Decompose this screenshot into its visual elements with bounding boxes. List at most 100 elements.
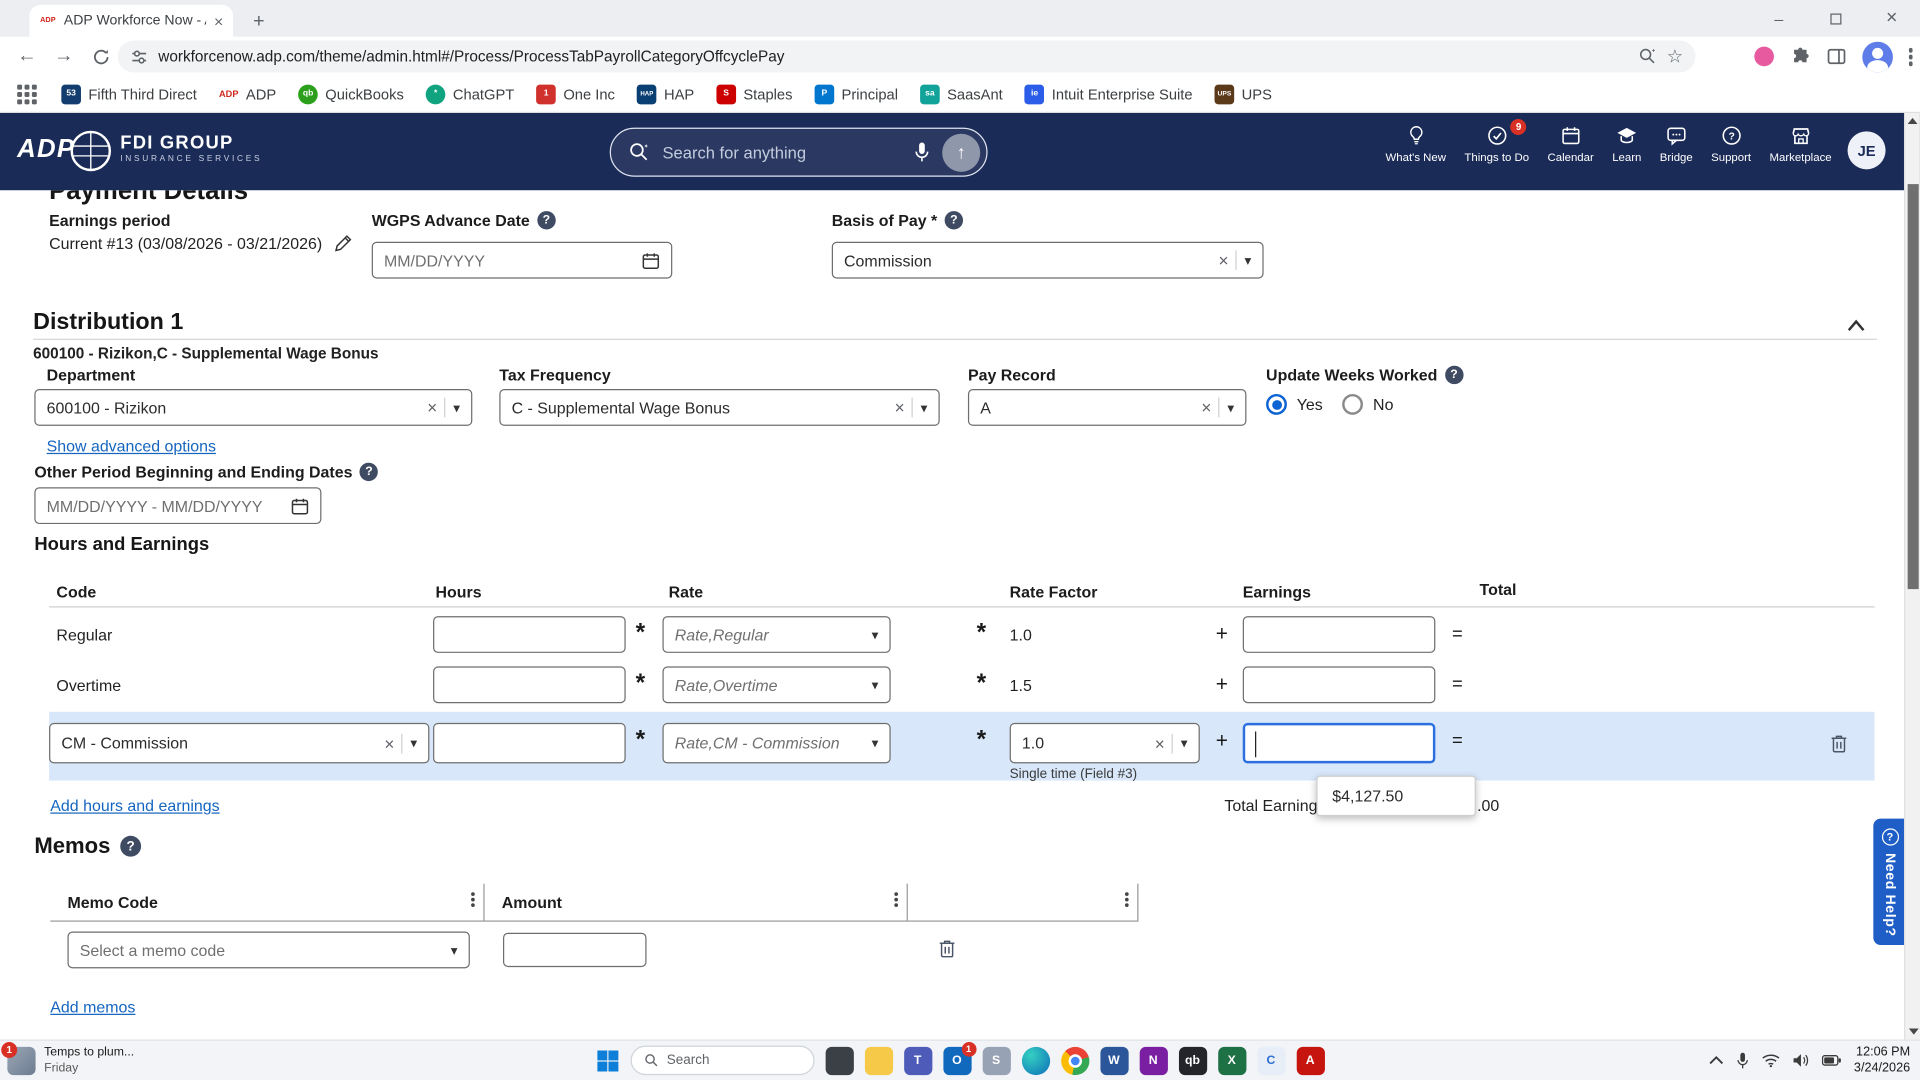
bookmark-principal[interactable]: P Principal — [814, 84, 898, 104]
site-settings-icon[interactable] — [130, 47, 148, 65]
apps-grid-icon[interactable] — [17, 84, 23, 89]
earnings-input[interactable] — [1242, 666, 1436, 704]
clear-icon[interactable] — [1201, 398, 1211, 418]
window-close-button[interactable] — [1864, 0, 1920, 37]
scroll-up-arrow-icon[interactable] — [1907, 117, 1918, 124]
column-menu-icon[interactable] — [1124, 892, 1129, 896]
taskbar-clock[interactable]: 12:06 PM 3/24/2026 — [1854, 1044, 1910, 1077]
voice-search-icon[interactable] — [914, 141, 930, 164]
bookmark-ups[interactable]: UPS UPS — [1214, 84, 1272, 104]
clear-icon[interactable] — [427, 398, 437, 418]
delete-memo-trash-icon[interactable] — [939, 939, 956, 959]
clear-icon[interactable] — [1155, 733, 1165, 753]
radio-selected-icon[interactable] — [1266, 393, 1287, 415]
clear-icon[interactable] — [384, 733, 394, 753]
taskbar-app-quickbooks[interactable]: qb — [1178, 1046, 1207, 1075]
scroll-down-arrow-icon[interactable] — [1908, 1028, 1919, 1035]
pinned-extension-icon[interactable] — [1753, 46, 1774, 67]
autofill-suggestion[interactable]: $4,127.50 — [1316, 775, 1476, 817]
global-search-bar[interactable]: Search for anything — [609, 127, 988, 177]
collapse-chevron-icon[interactable] — [1846, 318, 1866, 333]
bookmark-staples[interactable]: S Staples — [716, 84, 792, 104]
search-submit-button[interactable] — [942, 133, 981, 172]
taskbar-app-task-view[interactable] — [825, 1046, 854, 1075]
nav-things-to-do[interactable]: 9 Things to Do — [1464, 119, 1529, 163]
taskbar-search-box[interactable]: Search — [629, 1045, 814, 1076]
help-icon[interactable] — [944, 211, 964, 230]
earnings-input-focused[interactable] — [1242, 722, 1436, 764]
need-help-tab[interactable]: Need Help? — [1873, 818, 1907, 946]
taskbar-app-settings[interactable]: S — [982, 1046, 1011, 1075]
nav-marketplace[interactable]: Marketplace — [1769, 124, 1832, 163]
taskbar-app-edge[interactable] — [1021, 1046, 1050, 1075]
tax-frequency-select[interactable]: C - Supplemental Wage Bonus — [499, 389, 940, 426]
scrollbar-thumb[interactable] — [1907, 184, 1919, 590]
column-menu-icon[interactable] — [471, 892, 475, 896]
page-scrollbar[interactable] — [1903, 112, 1920, 1040]
add-hours-earnings-link[interactable]: Add hours and earnings — [50, 797, 219, 815]
wifi-icon[interactable] — [1762, 1053, 1780, 1068]
battery-icon[interactable] — [1822, 1055, 1842, 1067]
help-icon[interactable] — [1444, 365, 1464, 385]
earnings-input[interactable] — [1242, 616, 1436, 653]
chevron-down-icon[interactable] — [410, 735, 417, 751]
nav-learn[interactable]: Learn — [1612, 124, 1641, 163]
hours-input[interactable] — [433, 722, 626, 764]
volume-icon[interactable] — [1793, 1053, 1810, 1068]
address-bar[interactable]: workforcenow.adp.com/theme/admin.html#/P… — [117, 40, 1696, 73]
start-button-icon[interactable] — [596, 1049, 619, 1072]
taskbar-app-word[interactable]: W — [1099, 1046, 1129, 1075]
taskbar-app-calculator[interactable]: C — [1256, 1046, 1286, 1075]
hours-input[interactable] — [433, 666, 626, 704]
tray-expand-chevron-icon[interactable] — [1709, 1056, 1724, 1066]
basis-of-pay-select[interactable]: Commission — [831, 241, 1264, 279]
taskbar-app-teams[interactable]: T — [903, 1046, 932, 1075]
help-icon[interactable] — [359, 462, 379, 482]
radio-no[interactable]: No — [1342, 393, 1393, 415]
extensions-puzzle-icon[interactable] — [1789, 46, 1810, 67]
rate-select[interactable]: Rate,Regular — [662, 616, 891, 653]
pay-record-select[interactable]: A — [967, 389, 1247, 426]
radio-yes[interactable]: Yes — [1266, 393, 1323, 415]
chevron-down-icon[interactable] — [921, 399, 928, 415]
nav-support[interactable]: ? Support — [1711, 124, 1751, 163]
taskbar-app-excel[interactable]: X — [1217, 1046, 1246, 1075]
memo-amount-input[interactable] — [502, 932, 647, 968]
browser-tab[interactable]: ADP ADP Workforce Now - Add, Ad — [29, 4, 234, 37]
calendar-icon[interactable] — [291, 496, 309, 514]
rate-factor-select[interactable]: 1.0 — [1009, 722, 1200, 764]
bookmark-saasant[interactable]: sa SaasAnt — [920, 84, 1003, 104]
lens-search-icon[interactable] — [1637, 47, 1657, 67]
bookmark-hap[interactable]: HAP HAP — [636, 84, 694, 104]
radio-unselected-icon[interactable] — [1342, 393, 1364, 415]
chevron-down-icon[interactable] — [1227, 399, 1234, 415]
chevron-down-icon[interactable] — [872, 735, 879, 751]
user-avatar[interactable]: JE — [1847, 131, 1886, 170]
bookmark-chatgpt[interactable]: * ChatGPT — [425, 84, 514, 104]
help-icon[interactable] — [537, 211, 556, 230]
reload-button[interactable] — [86, 42, 115, 71]
chevron-down-icon[interactable] — [451, 942, 458, 958]
bookmark-star-icon[interactable] — [1667, 45, 1684, 67]
back-button[interactable]: ← — [12, 42, 41, 71]
taskbar-app-outlook[interactable]: O1 — [942, 1041, 976, 1075]
chevron-down-icon[interactable] — [453, 399, 460, 415]
edit-pencil-icon[interactable] — [333, 234, 351, 252]
url-text[interactable]: workforcenow.adp.com/theme/admin.html#/P… — [158, 48, 1627, 65]
nav-calendar[interactable]: Calendar — [1547, 124, 1594, 163]
forward-button[interactable]: → — [49, 42, 78, 71]
taskbar-app-chrome[interactable] — [1060, 1046, 1089, 1075]
delete-row-trash-icon[interactable] — [1830, 734, 1847, 754]
chevron-down-icon[interactable] — [872, 677, 879, 693]
browser-menu-icon[interactable] — [1908, 48, 1913, 53]
help-icon[interactable] — [120, 835, 142, 857]
nav-whats-new[interactable]: What's New — [1386, 124, 1446, 163]
hours-input[interactable] — [433, 616, 626, 653]
column-menu-icon[interactable] — [894, 892, 899, 896]
clear-icon[interactable] — [1219, 250, 1229, 270]
microphone-icon[interactable] — [1736, 1052, 1749, 1070]
tab-close-icon[interactable] — [214, 12, 223, 30]
taskbar-app-onenote[interactable]: N — [1139, 1046, 1168, 1075]
bookmark-intuit-enterprise[interactable]: ie Intuit Enterprise Suite — [1024, 84, 1193, 104]
nav-bridge[interactable]: Bridge — [1660, 124, 1693, 163]
